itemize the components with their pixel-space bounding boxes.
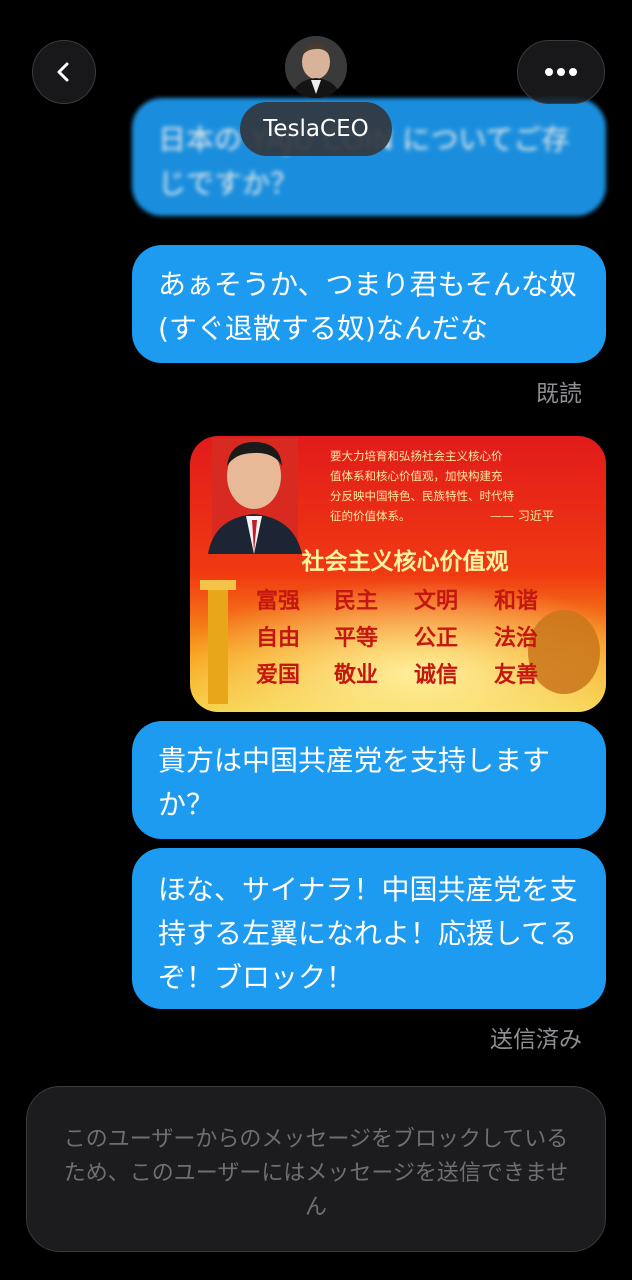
portrait-figure	[208, 438, 302, 554]
poster-value-word: 民主	[334, 589, 378, 614]
chevron-left-icon	[57, 62, 69, 82]
poster-value-word: 敬业	[333, 662, 378, 688]
contact-name[interactable]: TeslaCEO	[240, 102, 392, 156]
poster-value-word: 和谐	[494, 589, 538, 614]
poster-value-word: 文明	[414, 588, 458, 614]
dm-conversation-screen: 日本の YAJU COIN についてご存じですか？ あぁそうか、つまり君もそんな…	[0, 0, 632, 1280]
sent-status: 送信済み	[490, 1027, 582, 1053]
message-bubble-2[interactable]: あぁそうか、つまり君もそんな奴(すぐ退散する奴)なんだな	[132, 245, 606, 363]
more-horizontal-icon	[545, 68, 577, 76]
message-bubble-3[interactable]: 貴方は中国共産党を支持しますか？	[132, 721, 606, 839]
blocked-notice: このユーザーからのメッセージをブロックしているため、このユーザーにはメッセージを…	[26, 1086, 606, 1252]
poster-value-word: 公正	[414, 626, 458, 651]
poster-title: 社会主义核心价值观	[302, 548, 509, 575]
back-button[interactable]	[32, 40, 96, 104]
poster-quote-line: 分反映中国特色、民族特性、时代特	[330, 489, 514, 503]
avatar-image	[285, 36, 347, 98]
read-status: 既読	[536, 381, 582, 407]
poster-value-word: 法治	[494, 625, 538, 651]
propaganda-poster-image: 要大力培育和弘扬社会主义核心价 值体系和核心价值观，加快构建充 分反映中国特色、…	[190, 436, 606, 712]
poster-quote-line: 值体系和核心价值观，加快构建充	[330, 469, 503, 483]
chat-header: TeslaCEO	[0, 0, 632, 170]
poster-quote-line: 要大力培育和弘扬社会主义核心价	[330, 449, 503, 463]
poster-value-word: 爱国	[256, 663, 300, 688]
contact-avatar[interactable]	[285, 36, 347, 98]
poster-value-word: 友善	[494, 662, 538, 688]
message-image[interactable]: 要大力培育和弘扬社会主义核心价 值体系和核心价值观，加快构建充 分反映中国特色、…	[190, 436, 606, 712]
poster-value-word: 平等	[334, 625, 378, 651]
poster-signature: —— 习近平	[490, 509, 554, 523]
message-bubble-4[interactable]: ほな、サイナラ！中国共産党を支持する左翼になれよ！応援してるぞ！ブロック！	[132, 848, 606, 1009]
poster-value-word: 诚信	[414, 662, 458, 688]
poster-value-word: 自由	[256, 625, 300, 651]
poster-quote-line: 征的价值体系。	[330, 509, 411, 523]
more-button[interactable]	[517, 40, 605, 104]
poster-value-word: 富强	[256, 588, 300, 614]
